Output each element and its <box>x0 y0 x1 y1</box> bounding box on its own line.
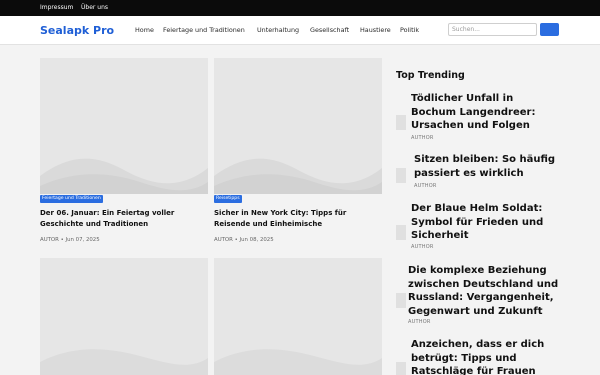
nav-item-gesellschaft[interactable]: Gesellschaft <box>310 26 349 34</box>
trend-title-line: Sicherheit <box>411 230 469 241</box>
trend-title-line: Die komplexe Beziehung <box>408 265 547 276</box>
wave-placeholder-icon <box>40 349 208 375</box>
trend-author: AUTHOR <box>408 319 431 325</box>
trend-thumbnail[interactable] <box>396 115 406 130</box>
post-image-placeholder[interactable] <box>40 258 208 375</box>
nav-item-haustiere[interactable]: Haustiere <box>360 26 391 34</box>
trend-item-title[interactable]: Anzeichen, dass er dich betrügt: Tipps u… <box>411 338 589 375</box>
post-title[interactable]: Sicher in New York City: Tipps für Reise… <box>214 208 346 230</box>
post-title-line: Geschichte und Traditionen <box>40 220 149 228</box>
trend-title-line: Anzeichen, dass er dich <box>411 339 545 350</box>
trend-thumbnail[interactable] <box>396 362 406 375</box>
post-meta: AUTOR • Jun 08, 2025 <box>214 237 274 243</box>
trend-thumbnail[interactable] <box>396 168 406 183</box>
trend-author: AUTHOR <box>411 244 434 250</box>
search-button[interactable] <box>540 23 559 36</box>
category-badge[interactable]: Feiertage und Traditionen <box>40 195 103 203</box>
post-image-placeholder[interactable] <box>40 58 208 194</box>
wave-placeholder-icon <box>214 158 382 194</box>
impressum-link[interactable]: Impressum <box>40 4 73 12</box>
trend-title-line: Ursachen und Folgen <box>411 120 530 131</box>
trend-title-line: Bochum Langendreer: <box>411 106 536 118</box>
site-logo[interactable]: Sealapk Pro <box>40 24 114 37</box>
trend-title-line: Der Blaue Helm Soldat: <box>411 203 543 214</box>
post-title-line: Der 06. Januar: Ein Feiertag voller <box>40 209 175 217</box>
post-meta: AUTOR • Jun 07, 2025 <box>40 237 100 243</box>
trend-author: AUTHOR <box>414 183 437 189</box>
trend-title-line: passiert es wirklich <box>414 167 524 179</box>
trend-thumbnail[interactable] <box>396 225 406 240</box>
trend-thumbnail[interactable] <box>396 293 406 308</box>
trend-title-line: Gegenwart und Zukunft <box>408 305 543 317</box>
post-title-line: Sicher in New York City: Tipps für <box>214 209 347 217</box>
trend-item-title[interactable]: Tödlicher Unfall in Bochum Langendreer: … <box>411 92 589 133</box>
trend-item-title[interactable]: Sitzen bleiben: So häufig passiert es wi… <box>414 153 592 180</box>
wave-placeholder-icon <box>40 158 208 194</box>
wave-placeholder-icon <box>214 349 382 375</box>
trend-title-line: Tödlicher Unfall in <box>411 93 514 104</box>
search-input[interactable] <box>448 23 537 36</box>
trend-item-title[interactable]: Der Blaue Helm Soldat: Symbol für Friede… <box>411 202 589 243</box>
trend-title-line: betrügt: Tipps und <box>411 352 517 364</box>
nav-item-feiertage[interactable]: Feiertage und Traditionen <box>163 26 245 34</box>
trend-title-line: Sitzen bleiben: So häufig <box>414 154 556 165</box>
top-bar: Impressum Über uns <box>0 0 600 16</box>
trend-item-title[interactable]: Die komplexe Beziehung zwischen Deutschl… <box>408 264 586 318</box>
post-title[interactable]: Der 06. Januar: Ein Feiertag voller Gesc… <box>40 208 174 230</box>
trend-title-line: zwischen Deutschland und <box>408 278 559 290</box>
trend-title-line: Ratschläge für Frauen <box>411 366 536 375</box>
category-badge[interactable]: Reisetipps <box>214 195 242 203</box>
nav-item-home[interactable]: Home <box>135 26 154 34</box>
post-title-line: Reisende und Einheimische <box>214 220 323 228</box>
trend-title-line: Symbol für Frieden und <box>411 216 544 228</box>
trend-title-line: Russland: Vergangenheit, <box>408 292 554 303</box>
site-header: Sealapk Pro Home Feiertage und Tradition… <box>0 16 600 45</box>
about-link[interactable]: Über uns <box>81 4 108 12</box>
nav-item-unterhaltung[interactable]: Unterhaltung <box>257 26 299 34</box>
post-image-placeholder[interactable] <box>214 58 382 194</box>
trend-author: AUTHOR <box>411 135 434 141</box>
sidebar-title: Top Trending <box>396 70 465 81</box>
nav-item-politik[interactable]: Politik <box>400 26 419 34</box>
post-image-placeholder[interactable] <box>214 258 382 375</box>
